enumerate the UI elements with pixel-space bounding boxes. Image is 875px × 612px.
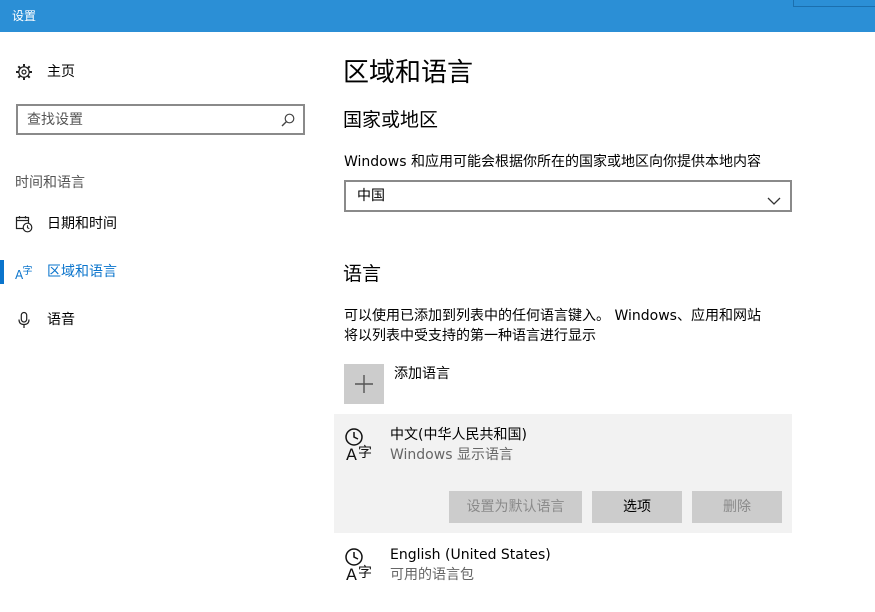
sidebar-item-label: 区域和语言 [47, 264, 117, 280]
country-region-dropdown[interactable]: 中国 [344, 180, 792, 212]
set-default-language-button[interactable]: 设置为默认语言 [449, 491, 582, 523]
svg-text:A: A [346, 565, 357, 583]
svg-text:字: 字 [23, 264, 33, 277]
active-indicator [0, 260, 4, 284]
language-heading: 语言 [343, 263, 382, 285]
language-subtitle: Windows 显示语言 [390, 447, 513, 463]
calendar-clock-icon [15, 215, 33, 233]
dropdown-value: 中国 [357, 188, 385, 204]
microphone-icon [15, 311, 33, 329]
language-name: 中文(中华人民共和国) [390, 427, 527, 443]
sidebar-item-label: 日期和时间 [47, 216, 117, 232]
language-pack-icon: A 字 [344, 427, 378, 464]
sidebar: 主页 时间和语言 日期和时间 A [0, 32, 320, 612]
options-button[interactable]: 选项 [592, 491, 682, 523]
sidebar-item-home[interactable]: 主页 [0, 52, 320, 92]
plus-icon [344, 364, 384, 404]
remove-button[interactable]: 删除 [692, 491, 782, 523]
svg-text:字: 字 [358, 565, 372, 581]
region-language-icon: A 字 [15, 263, 33, 282]
sidebar-item-label: 语音 [47, 312, 75, 328]
caption-buttons-edge [793, 0, 875, 7]
sidebar-item-date-time[interactable]: 日期和时间 [0, 204, 320, 244]
chevron-down-icon [767, 191, 781, 205]
language-description-line2: 将以列表中受支持的第一种语言进行显示 [344, 328, 596, 344]
language-item-chinese[interactable]: A 字 中文(中华人民共和国) Windows 显示语言 设置为默认语言 选项 … [334, 414, 792, 533]
section-label: 时间和语言 [15, 175, 85, 191]
page-title: 区域和语言 [343, 58, 474, 88]
svg-text:A: A [346, 445, 357, 463]
gear-icon [15, 63, 33, 81]
language-pack-icon: A 字 [344, 547, 378, 584]
svg-text:字: 字 [358, 445, 372, 461]
add-language-button[interactable]: 添加语言 [344, 364, 644, 404]
search-icon[interactable] [281, 112, 295, 127]
language-name: English (United States) [390, 547, 551, 563]
sidebar-item-label: 主页 [47, 64, 75, 80]
search-box[interactable] [16, 104, 305, 135]
language-subtitle: 可用的语言包 [390, 567, 474, 583]
sidebar-item-region-language[interactable]: A 字 区域和语言 [0, 252, 320, 292]
language-item-english[interactable]: A 字 English (United States) 可用的语言包 [334, 537, 792, 597]
add-language-label: 添加语言 [394, 366, 450, 382]
title-bar: 设置 [0, 0, 875, 32]
region-description: Windows 和应用可能会根据你所在的国家或地区向你提供本地内容 [344, 154, 761, 170]
search-input[interactable] [27, 109, 277, 130]
window-title: 设置 [12, 9, 37, 23]
sidebar-item-speech[interactable]: 语音 [0, 300, 320, 340]
main-content: 区域和语言 国家或地区 Windows 和应用可能会根据你所在的国家或地区向你提… [320, 32, 875, 612]
language-description-line1: 可以使用已添加到列表中的任何语言键入。 Windows、应用和网站 [344, 308, 761, 324]
region-heading: 国家或地区 [343, 109, 439, 131]
